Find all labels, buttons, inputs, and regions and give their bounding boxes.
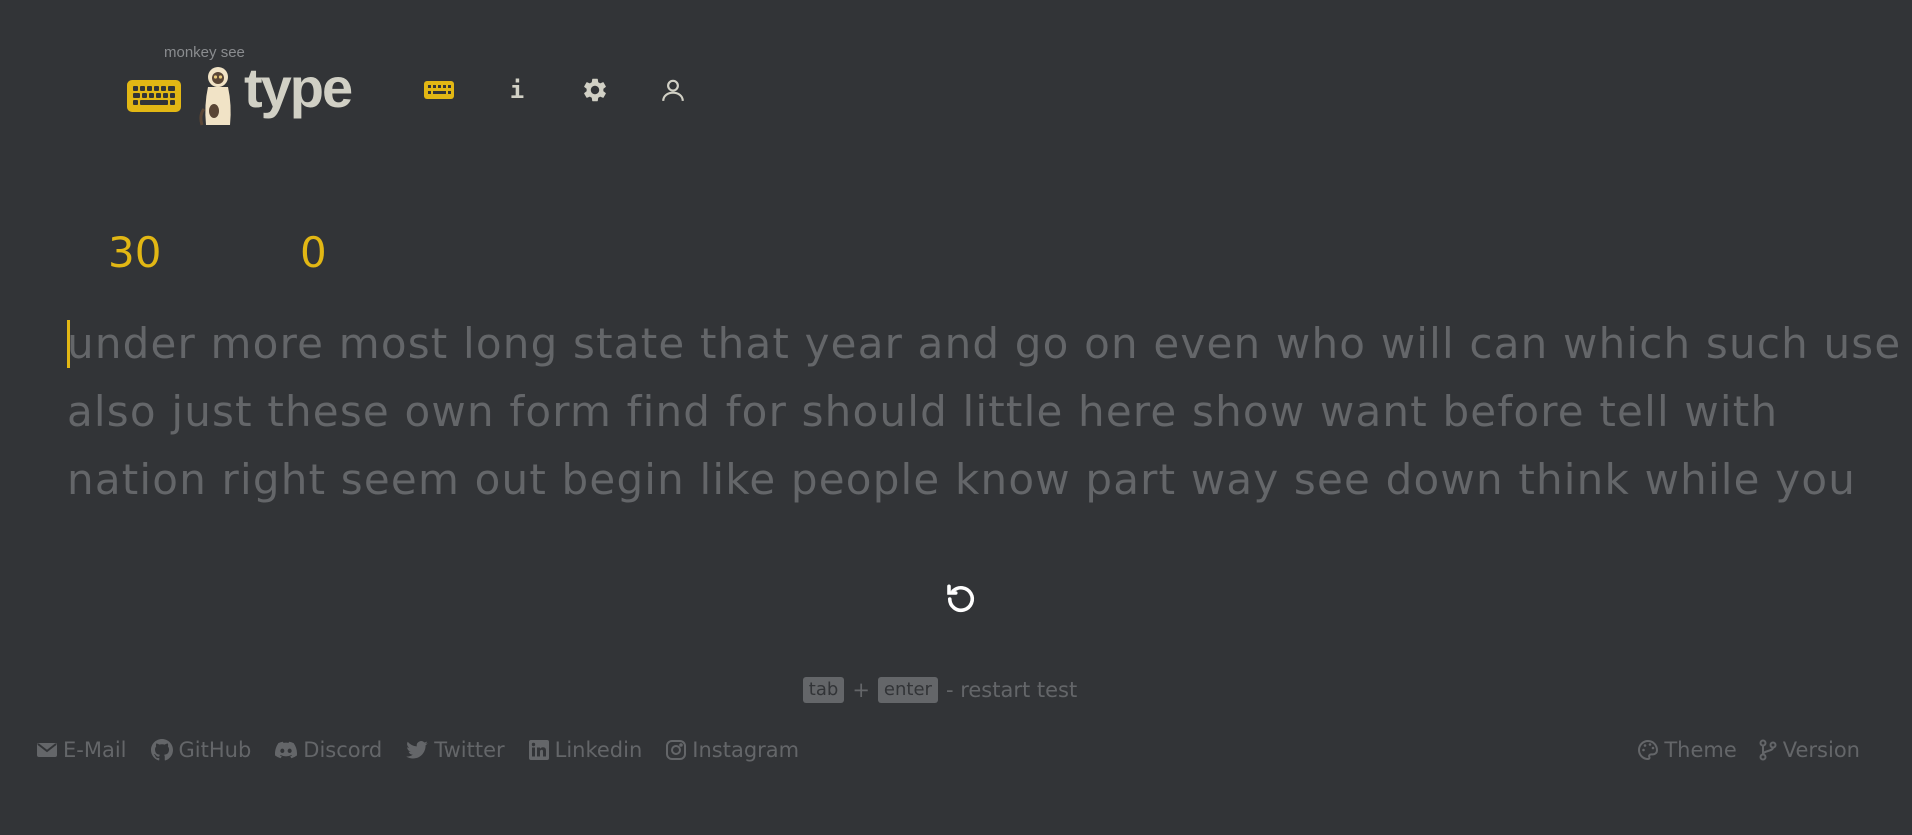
words-line-text: also just these own form find for should… — [67, 387, 1779, 436]
footer-link-label: Version — [1782, 738, 1860, 762]
github-icon — [150, 739, 173, 761]
header: monkey see type i — [126, 40, 846, 140]
footer-link-linkedin[interactable]: Linkedin — [528, 736, 643, 764]
brand-wordmark[interactable]: type — [244, 60, 353, 116]
nav-keyboard-button[interactable] — [400, 70, 478, 110]
typing-caret — [67, 320, 70, 368]
footer-link-label: GitHub — [178, 738, 252, 762]
footer-link-theme[interactable]: Theme — [1638, 736, 1737, 764]
twitter-icon — [406, 741, 429, 759]
words-area[interactable]: under more most long state that year and… — [67, 310, 1900, 514]
discord-icon — [275, 741, 298, 759]
footer-link-label: Twitter — [434, 738, 505, 762]
words-line-text: nation right seem out begin like people … — [67, 455, 1857, 504]
key-tab: tab — [802, 677, 845, 703]
key-enter: enter — [877, 677, 938, 703]
palette-icon — [1638, 740, 1659, 760]
footer-link-label: Theme — [1664, 738, 1737, 762]
footer-link-twitter[interactable]: Twitter — [406, 736, 505, 764]
words-line: also just these own form find for should… — [67, 378, 1847, 446]
footer-link-label: E-Mail — [63, 738, 127, 762]
nav-account-button[interactable] — [634, 70, 712, 110]
instagram-icon — [666, 740, 687, 760]
restart-icon — [947, 584, 975, 613]
words-line: nation right seem out begin like people … — [67, 446, 1855, 514]
footer-link-label: Discord — [303, 738, 383, 762]
restart-button[interactable] — [938, 576, 984, 622]
keyboard-icon — [424, 81, 454, 99]
logo-keyboard-icon[interactable] — [126, 78, 182, 114]
footer-link-label: Linkedin — [554, 738, 643, 762]
hint-plus: + — [852, 678, 870, 702]
linkedin-icon — [528, 740, 549, 760]
words-line-text: under more most long state that year and… — [67, 319, 1902, 368]
code-branch-icon — [1759, 739, 1777, 761]
footer-link-email[interactable]: E-Mail — [37, 736, 127, 764]
nav-settings-button[interactable] — [556, 70, 634, 110]
footer-link-instagram[interactable]: Instagram — [666, 736, 799, 764]
top-nav: i — [400, 70, 712, 110]
footer-link-github[interactable]: GitHub — [150, 736, 252, 764]
footer-links: E-Mail GitHub Discord Twitter Linkedin I… — [37, 736, 823, 764]
gear-icon — [584, 78, 606, 102]
wpm-counter: 0 — [300, 228, 327, 277]
footer-link-label: Instagram — [692, 738, 800, 762]
monkey-mascot-icon — [199, 67, 231, 126]
footer-link-discord[interactable]: Discord — [275, 736, 382, 764]
user-icon — [662, 79, 684, 101]
restart-hint: tab + enter - restart test — [0, 677, 1912, 703]
info-icon: i — [509, 76, 525, 104]
footer-right-links: Theme Version — [1616, 736, 1860, 764]
words-line: under more most long state that year and… — [67, 310, 1900, 378]
nav-about-button[interactable]: i — [478, 70, 556, 110]
brand-subtitle: monkey see — [164, 44, 245, 61]
footer-link-version[interactable]: Version — [1759, 736, 1860, 764]
timer-counter: 30 — [108, 228, 162, 277]
hint-text: - restart test — [945, 678, 1078, 702]
mail-icon — [37, 743, 57, 757]
